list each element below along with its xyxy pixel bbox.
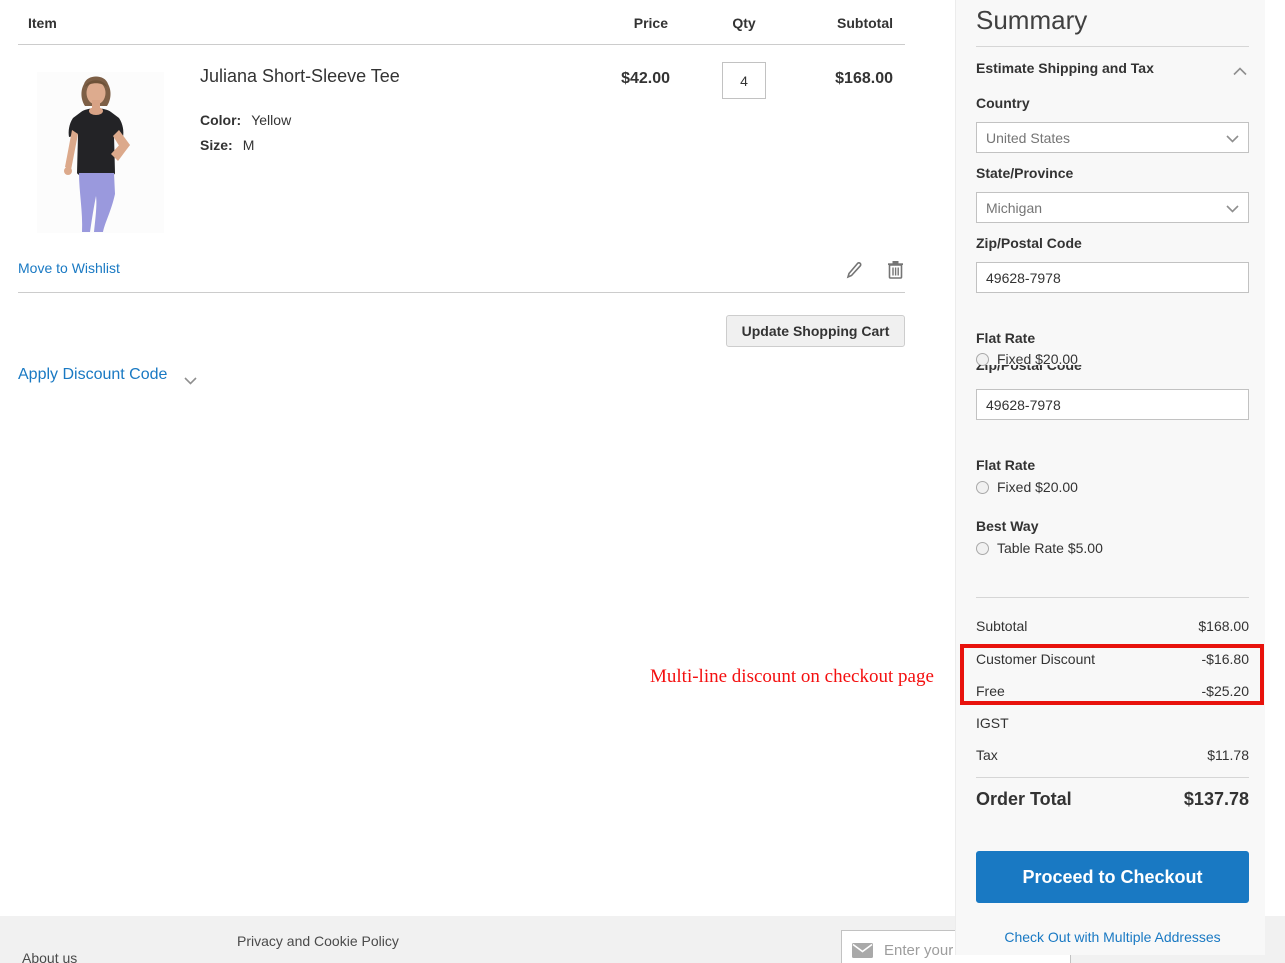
summary-title: Summary <box>976 5 1249 36</box>
select-chevron-down-icon <box>1226 130 1239 146</box>
radio-button-icon[interactable] <box>976 542 989 555</box>
apply-discount-code-link[interactable]: Apply Discount Code <box>18 366 167 384</box>
estimate-shipping-tax-header[interactable]: Estimate Shipping and Tax <box>976 60 1249 76</box>
state-select[interactable]: Michigan <box>976 192 1249 223</box>
envelope-icon <box>852 943 873 958</box>
cart-page: Item Price Qty Subtotal Juliana Short-Sl… <box>0 0 1285 963</box>
shipping-group-title: Flat Rate <box>976 457 1249 473</box>
column-header-qty: Qty <box>714 15 774 31</box>
summary-divider <box>976 46 1249 47</box>
color-value: Yellow <box>251 112 291 128</box>
total-value: -$16.80 <box>1202 651 1249 667</box>
total-label: Free <box>976 683 1005 699</box>
total-label: Tax <box>976 747 998 763</box>
shipping-option-row[interactable]: Table Rate $5.00 <box>976 540 1103 556</box>
proceed-to-checkout-button[interactable]: Proceed to Checkout <box>976 851 1249 903</box>
country-label: Country <box>976 95 1249 111</box>
edit-item-icon[interactable] <box>846 261 863 285</box>
zip-input[interactable] <box>976 262 1249 293</box>
privacy-policy-link[interactable]: Privacy and Cookie Policy <box>237 933 399 949</box>
totals-divider <box>976 597 1249 598</box>
shipping-option-label: Table Rate $5.00 <box>997 540 1103 556</box>
radio-button-icon[interactable] <box>976 481 989 494</box>
qty-input[interactable] <box>722 62 766 99</box>
total-label: Customer Discount <box>976 651 1095 667</box>
multi-address-checkout-link[interactable]: Check Out with Multiple Addresses <box>976 929 1249 945</box>
total-row-tax: Tax $11.78 <box>976 747 1249 763</box>
total-row-subtotal: Subtotal $168.00 <box>976 618 1249 634</box>
state-label: State/Province <box>976 165 1249 181</box>
order-total-divider <box>976 777 1249 778</box>
total-label: IGST <box>976 715 1009 731</box>
order-total-row: Order Total $137.78 <box>976 789 1249 810</box>
summary-panel: Summary Estimate Shipping and Tax Countr… <box>955 0 1265 955</box>
country-select[interactable]: United States <box>976 122 1249 153</box>
move-to-wishlist-link[interactable]: Move to Wishlist <box>18 260 120 276</box>
annotation-text: Multi-line discount on checkout page <box>650 666 934 688</box>
order-total-value: $137.78 <box>1184 789 1249 810</box>
shipping-group-title: Best Way <box>976 518 1249 534</box>
column-header-item: Item <box>28 15 57 31</box>
total-row-igst: IGST <box>976 715 1249 731</box>
radio-button-icon[interactable] <box>976 353 989 366</box>
total-row-free-discount: Free -$25.20 <box>976 683 1249 699</box>
color-label: Color: <box>200 112 241 128</box>
shipping-group-title: Flat Rate <box>976 330 1249 346</box>
order-total-label: Order Total <box>976 789 1072 810</box>
column-header-subtotal: Subtotal <box>785 15 893 31</box>
item-subtotal: $168.00 <box>773 70 893 88</box>
state-selected-value: Michigan <box>986 200 1042 216</box>
total-row-customer-discount: Customer Discount -$16.80 <box>976 651 1249 667</box>
cart-row-divider <box>18 292 905 293</box>
delete-item-icon[interactable] <box>887 260 904 285</box>
update-shopping-cart-button[interactable]: Update Shopping Cart <box>726 315 905 347</box>
item-price: $42.00 <box>550 70 670 88</box>
product-color-row: Color: Yellow <box>200 112 291 128</box>
zip-label: Zip/Postal Code <box>976 235 1249 251</box>
product-photo-illustration <box>37 72 164 233</box>
column-header-price: Price <box>560 15 668 31</box>
total-label: Subtotal <box>976 618 1027 634</box>
about-us-link[interactable]: About us <box>22 950 77 963</box>
chevron-down-icon[interactable] <box>184 372 197 390</box>
shipping-option-label: Fixed $20.00 <box>997 479 1078 495</box>
select-chevron-down-icon <box>1226 200 1239 216</box>
total-value: $168.00 <box>1198 618 1249 634</box>
chevron-up-icon[interactable] <box>1233 63 1247 81</box>
table-header-divider <box>18 44 905 45</box>
shipping-option-row[interactable]: Fixed $20.00 <box>976 479 1078 495</box>
size-value: M <box>243 137 255 153</box>
product-image[interactable] <box>37 72 164 233</box>
country-selected-value: United States <box>986 130 1070 146</box>
total-value: -$25.20 <box>1202 683 1249 699</box>
zip-input-duplicate[interactable] <box>976 389 1249 420</box>
size-label: Size: <box>200 137 233 153</box>
total-value: $11.78 <box>1207 747 1249 763</box>
product-name[interactable]: Juliana Short-Sleeve Tee <box>200 66 400 87</box>
product-size-row: Size: M <box>200 137 254 153</box>
zip-label-clipped: Zip/Postal Code <box>976 365 1249 375</box>
